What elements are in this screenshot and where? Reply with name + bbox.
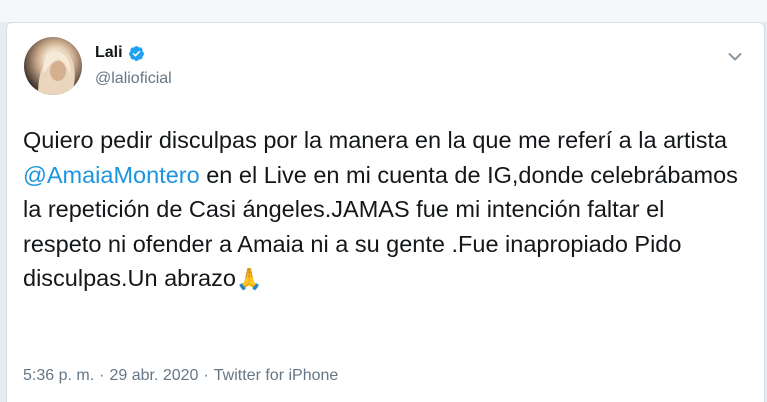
tweet-text: Quiero pedir disculpas por la manera en …	[23, 123, 743, 298]
tweet-date[interactable]: 29 abr. 2020	[109, 367, 198, 385]
author-handle[interactable]: @lalioficial	[95, 70, 172, 88]
avatar[interactable]	[24, 37, 82, 95]
tweet-card: Lali @lalioficial Quiero pedir disculpas…	[6, 22, 765, 402]
separator-dot: ·	[99, 367, 105, 384]
separator-dot: ·	[203, 367, 209, 384]
author-name[interactable]: Lali	[95, 44, 123, 62]
avatar-photo	[24, 49, 75, 95]
author-row[interactable]: Lali	[95, 44, 145, 62]
praying-hands-emoji: 🙏	[235, 268, 263, 291]
tweet-time[interactable]: 5:36 p. m.	[23, 367, 94, 385]
tweet-source[interactable]: Twitter for iPhone	[214, 367, 339, 385]
mention-link[interactable]: @AmaiaMontero	[23, 162, 200, 188]
tweet-metadata: 5:36 p. m. · 29 abr. 2020 · Twitter for …	[23, 367, 338, 385]
previous-tweet-edge	[0, 0, 767, 22]
verified-badge-icon	[128, 45, 145, 62]
chevron-down-icon[interactable]	[728, 49, 742, 61]
tweet-text-start: Quiero pedir disculpas por la manera en …	[23, 127, 728, 153]
